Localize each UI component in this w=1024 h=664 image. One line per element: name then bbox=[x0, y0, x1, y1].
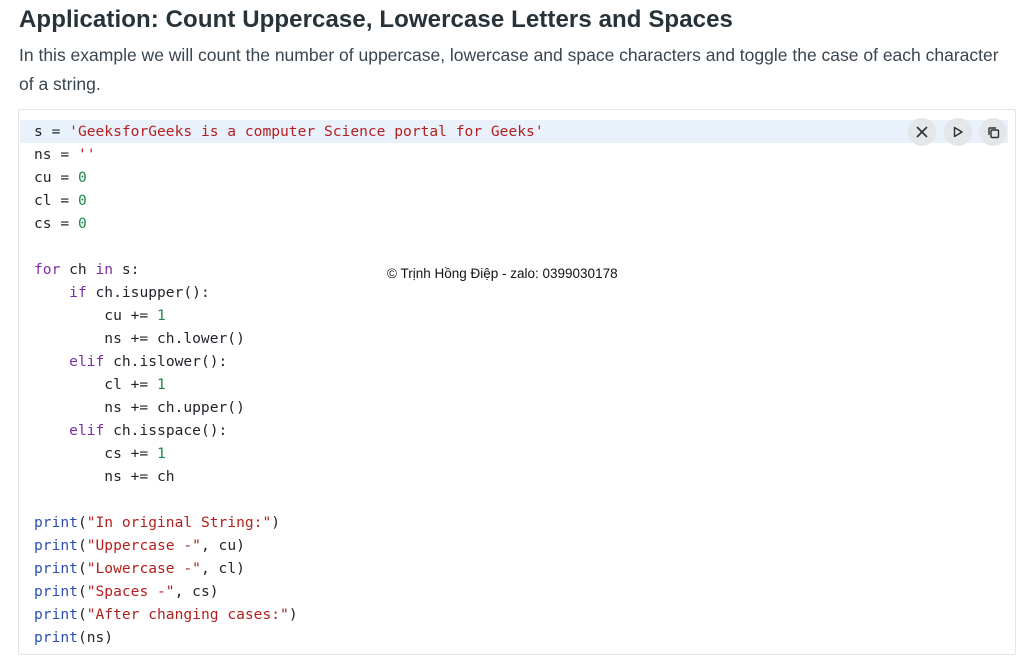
code-token: for bbox=[34, 261, 61, 278]
code-token: "In original String:" bbox=[86, 514, 272, 531]
close-button[interactable] bbox=[908, 118, 936, 146]
code-token: s = bbox=[34, 123, 70, 140]
code-line: cs += 1 bbox=[34, 442, 544, 465]
code-token: ns += ch bbox=[34, 468, 175, 485]
code-token: 1 bbox=[157, 307, 166, 324]
code-line: print(ns) bbox=[34, 626, 544, 649]
code-token: "After changing cases:" bbox=[86, 606, 289, 623]
code-line: print("Lowercase -", cl) bbox=[34, 557, 544, 580]
code-line: print("Spaces -", cs) bbox=[34, 580, 544, 603]
code-token: cu = bbox=[34, 169, 78, 186]
code-token: ( bbox=[77, 514, 87, 531]
code-line: print("After changing cases:") bbox=[34, 603, 544, 626]
code-token: cl = bbox=[34, 192, 78, 209]
code-token: "Uppercase -" bbox=[86, 537, 201, 554]
code-line: ns += ch.lower() bbox=[34, 327, 544, 350]
code-token: 0 bbox=[77, 192, 87, 209]
code-token: elif bbox=[69, 422, 105, 439]
code-token: print bbox=[34, 537, 78, 554]
run-button[interactable] bbox=[944, 118, 972, 146]
code-token: '' bbox=[77, 146, 96, 163]
code-line: cu += 1 bbox=[34, 304, 544, 327]
code-token: ch.isspace(): bbox=[104, 422, 228, 439]
code-line: cl += 1 bbox=[34, 373, 544, 396]
code-line: cs = 0 bbox=[34, 212, 544, 235]
code-line: print("In original String:") bbox=[34, 511, 544, 534]
code-line: cl = 0 bbox=[34, 189, 544, 212]
code-token: ) bbox=[288, 606, 298, 623]
code-token: ch.islower(): bbox=[104, 353, 228, 370]
code-line: ns = '' bbox=[34, 143, 544, 166]
code-token: ch bbox=[60, 261, 96, 278]
copy-icon bbox=[987, 126, 1000, 139]
code-editor[interactable]: s = 'GeeksforGeeks is a computer Science… bbox=[18, 109, 1016, 655]
code-token: cu += bbox=[34, 307, 158, 324]
code-token: cl += bbox=[34, 376, 158, 393]
code-line: print("Uppercase -", cu) bbox=[34, 534, 544, 557]
code-token: ( bbox=[77, 583, 87, 600]
code-line: ns += ch bbox=[34, 465, 544, 488]
code-token: "Spaces -" bbox=[86, 583, 175, 600]
code-token: "Lowercase -" bbox=[86, 560, 201, 577]
code-token: ( bbox=[77, 606, 87, 623]
code-token: ( bbox=[77, 560, 87, 577]
code-token: cs = bbox=[34, 215, 78, 232]
code-line: elif ch.islower(): bbox=[34, 350, 544, 373]
code-token: 1 bbox=[157, 376, 166, 393]
code-line: elif ch.isspace(): bbox=[34, 419, 544, 442]
description: In this example we will count the number… bbox=[19, 45, 999, 94]
code-token: cs += bbox=[34, 445, 158, 462]
code-token: print bbox=[34, 583, 78, 600]
code-token: 'GeeksforGeeks is a computer Science por… bbox=[69, 123, 544, 140]
code-token: ch.isupper(): bbox=[86, 284, 210, 301]
code-token: print bbox=[34, 514, 78, 531]
code-token: ns += ch.lower() bbox=[34, 330, 245, 347]
code-token: ( bbox=[77, 537, 87, 554]
code-token: ns += ch.upper() bbox=[34, 399, 245, 416]
code-token: , cu) bbox=[200, 537, 245, 554]
code-token: 0 bbox=[77, 215, 87, 232]
code-line: s = 'GeeksforGeeks is a computer Science… bbox=[34, 120, 544, 143]
code-line: cu = 0 bbox=[34, 166, 544, 189]
code-token: print bbox=[34, 560, 78, 577]
code-token: 0 bbox=[77, 169, 87, 186]
code-token: 1 bbox=[157, 445, 166, 462]
code-token: , cl) bbox=[200, 560, 245, 577]
code-token: print bbox=[34, 606, 78, 623]
close-icon bbox=[916, 126, 928, 138]
code-token: ns = bbox=[34, 146, 78, 163]
code-token: , cs) bbox=[174, 583, 219, 600]
code-block[interactable]: s = 'GeeksforGeeks is a computer Science… bbox=[34, 120, 544, 649]
code-line: if ch.isupper(): bbox=[34, 281, 544, 304]
code-line: ns += ch.upper() bbox=[34, 396, 544, 419]
code-token: (ns) bbox=[77, 629, 114, 646]
code-token: elif bbox=[69, 353, 105, 370]
code-token: print bbox=[34, 629, 78, 646]
watermark-text: © Trịnh Hồng Điệp - zalo: 0399030178 bbox=[387, 266, 618, 281]
code-token: if bbox=[69, 284, 87, 301]
page-title: Application: Count Uppercase, Lowercase … bbox=[19, 6, 733, 33]
play-icon bbox=[952, 126, 964, 138]
code-token: s: bbox=[113, 261, 140, 278]
copy-button[interactable] bbox=[979, 118, 1007, 146]
code-token: ) bbox=[271, 514, 281, 531]
code-token: in bbox=[95, 261, 114, 278]
